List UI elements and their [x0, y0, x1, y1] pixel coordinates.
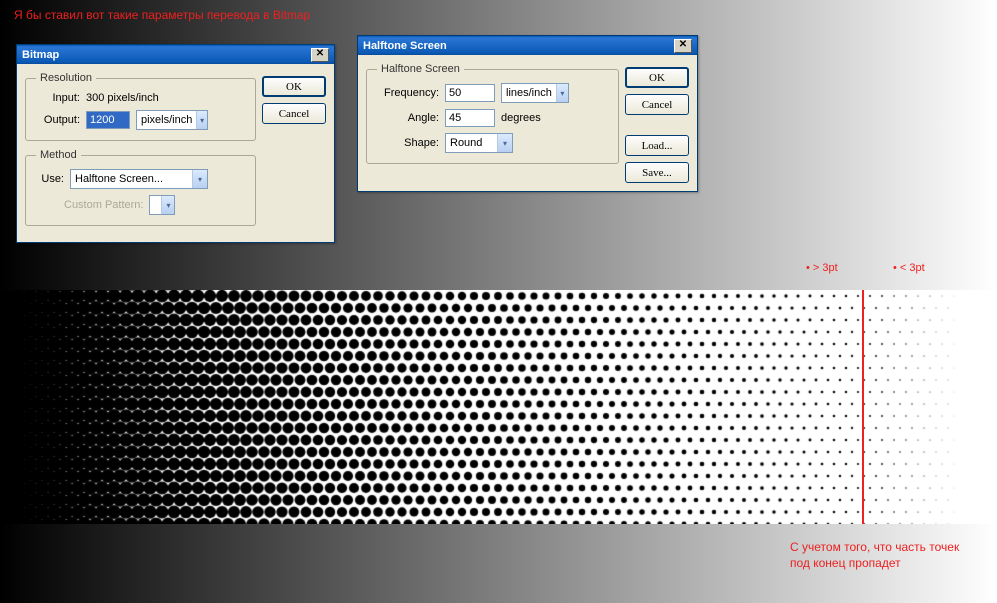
chevron-down-icon: ▾	[196, 111, 207, 129]
chevron-down-icon: ▾	[192, 170, 207, 188]
use-label: Use:	[36, 173, 64, 185]
use-select[interactable]: Halftone Screen... ▾	[70, 169, 208, 189]
output-units-select[interactable]: pixels/inch ▾	[136, 110, 208, 130]
resolution-group: Resolution Input: 300 pixels/inch Output…	[25, 72, 256, 141]
output-label: Output:	[36, 114, 80, 126]
threshold-marker-line	[862, 290, 864, 524]
chevron-down-icon: ▾	[497, 134, 512, 152]
halftone-dialog: Halftone Screen ✕ Halftone Screen Freque…	[357, 35, 698, 192]
close-icon[interactable]: ✕	[311, 48, 329, 62]
angle-input[interactable]	[445, 109, 495, 127]
bitmap-titlebar[interactable]: Bitmap ✕	[17, 45, 334, 64]
method-legend: Method	[36, 149, 81, 161]
ok-button[interactable]: OK	[262, 76, 326, 97]
shape-select[interactable]: Round ▾	[445, 133, 513, 153]
angle-units: degrees	[501, 112, 541, 124]
pattern-swatch: ▾	[149, 195, 175, 215]
shape-value: Round	[446, 137, 497, 149]
use-value: Halftone Screen...	[71, 173, 192, 185]
bitmap-dialog: Bitmap ✕ Resolution Input: 300 pixels/in…	[16, 44, 335, 243]
input-label: Input:	[36, 92, 80, 104]
top-annotation: Я бы ставил вот такие параметры перевода…	[14, 8, 310, 24]
shape-label: Shape:	[377, 137, 439, 149]
save-button[interactable]: Save...	[625, 162, 689, 183]
method-group: Method Use: Halftone Screen... ▾ Custom …	[25, 149, 256, 226]
bitmap-title: Bitmap	[22, 49, 59, 61]
bottom-annotation: С учетом того, что часть точек под конец…	[790, 540, 959, 571]
marker-less-3pt: • < 3pt	[893, 262, 925, 274]
halftone-titlebar[interactable]: Halftone Screen ✕	[358, 36, 697, 55]
resolution-legend: Resolution	[36, 72, 96, 84]
halftone-preview	[0, 290, 997, 524]
output-input[interactable]	[86, 111, 130, 129]
input-value: 300 pixels/inch	[86, 92, 159, 104]
pattern-label: Custom Pattern:	[64, 199, 143, 211]
cancel-button[interactable]: Cancel	[625, 94, 689, 115]
chevron-down-icon: ▾	[161, 196, 174, 214]
ok-button[interactable]: OK	[625, 67, 689, 88]
marker-greater-3pt: • > 3pt	[806, 262, 838, 274]
frequency-units-value: lines/inch	[502, 87, 556, 99]
frequency-units-select[interactable]: lines/inch ▾	[501, 83, 569, 103]
halftone-legend: Halftone Screen	[377, 63, 464, 75]
halftone-title: Halftone Screen	[363, 40, 447, 52]
chevron-down-icon: ▾	[556, 84, 568, 102]
output-units-value: pixels/inch	[137, 114, 196, 126]
cancel-button[interactable]: Cancel	[262, 103, 326, 124]
frequency-input[interactable]	[445, 84, 495, 102]
load-button[interactable]: Load...	[625, 135, 689, 156]
angle-label: Angle:	[377, 112, 439, 124]
close-icon[interactable]: ✕	[674, 39, 692, 53]
halftone-group: Halftone Screen Frequency: lines/inch ▾ …	[366, 63, 619, 164]
frequency-label: Frequency:	[377, 87, 439, 99]
